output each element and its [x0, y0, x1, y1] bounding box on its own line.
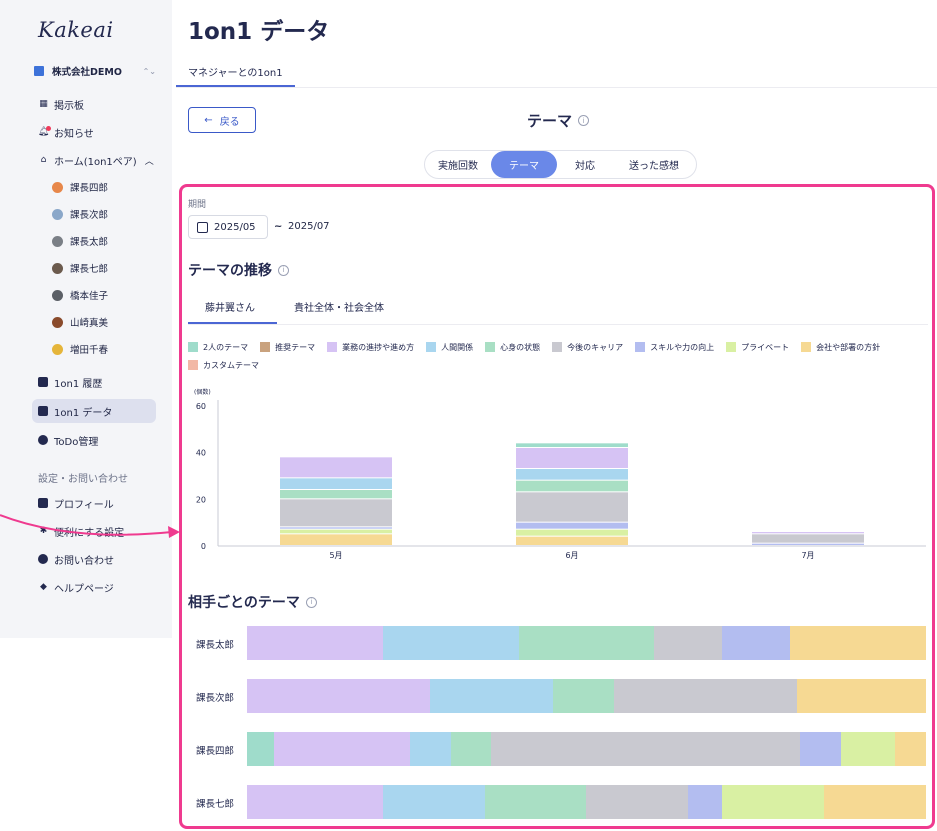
back-button[interactable]: ← 戻る — [188, 107, 256, 133]
annotation-arrow — [0, 514, 180, 538]
sidebar-item-helppage[interactable]: ◆ ヘルプページ — [38, 577, 114, 597]
segment-feedback[interactable]: 送った感想 — [613, 151, 695, 178]
view-title-text: テーマ — [527, 112, 573, 130]
graduation-icon: ◆ — [40, 582, 47, 592]
arrow-left-icon: ← — [204, 114, 213, 126]
segment-count[interactable]: 実施回数 — [425, 151, 491, 178]
view-segmented-control: 実施回数 テーマ 対応 送った感想 — [424, 150, 697, 179]
segment-response[interactable]: 対応 — [557, 151, 613, 178]
active-tab-indicator — [176, 85, 295, 87]
tab-divider — [176, 87, 937, 88]
info-icon[interactable]: i — [578, 115, 590, 126]
back-label: 戻る — [219, 116, 240, 128]
tab-manager-1on1[interactable]: マネジャーとの1on1 — [188, 64, 283, 79]
view-title: テーマ i — [527, 110, 590, 131]
segment-theme[interactable]: テーマ — [491, 151, 557, 178]
highlight-frame — [179, 184, 935, 829]
page-title: 1on1 データ — [188, 19, 330, 45]
sidebar-item-label: ヘルプページ — [54, 583, 114, 595]
